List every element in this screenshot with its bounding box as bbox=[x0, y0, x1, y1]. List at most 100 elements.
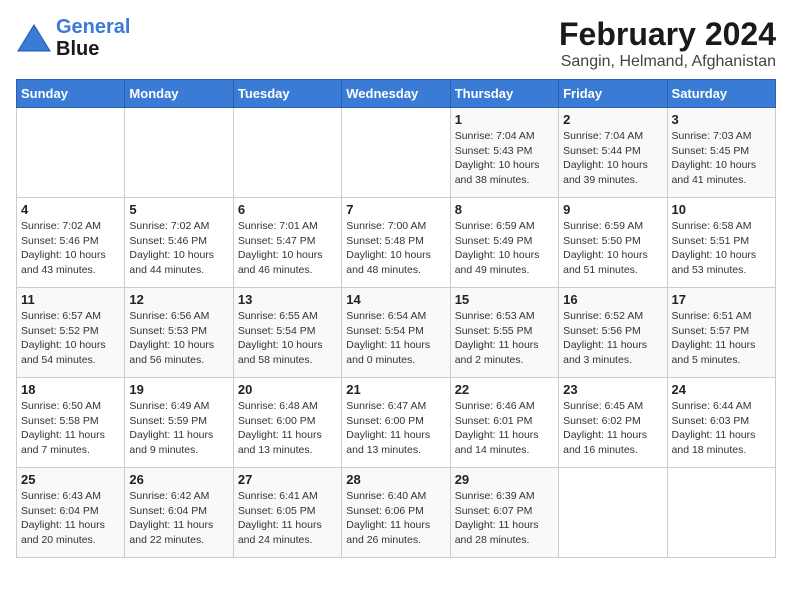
day-number: 6 bbox=[238, 202, 337, 217]
calendar-cell: 11 Sunrise: 6:57 AM Sunset: 5:52 PM Dayli… bbox=[17, 288, 125, 378]
day-number: 11 bbox=[21, 292, 120, 307]
calendar-cell: 15 Sunrise: 6:53 AM Sunset: 5:55 PM Dayli… bbox=[450, 288, 558, 378]
day-number: 15 bbox=[455, 292, 554, 307]
day-info: Sunrise: 7:02 AM Sunset: 5:46 PM Dayligh… bbox=[21, 219, 120, 278]
day-number: 5 bbox=[129, 202, 228, 217]
day-info: Sunrise: 6:57 AM Sunset: 5:52 PM Dayligh… bbox=[21, 309, 120, 368]
day-info: Sunrise: 6:53 AM Sunset: 5:55 PM Dayligh… bbox=[455, 309, 554, 368]
day-info: Sunrise: 6:42 AM Sunset: 6:04 PM Dayligh… bbox=[129, 489, 228, 548]
day-number: 17 bbox=[672, 292, 771, 307]
day-info: Sunrise: 6:58 AM Sunset: 5:51 PM Dayligh… bbox=[672, 219, 771, 278]
logo-icon bbox=[16, 23, 52, 53]
day-number: 19 bbox=[129, 382, 228, 397]
calendar-cell: 17 Sunrise: 6:51 AM Sunset: 5:57 PM Dayli… bbox=[667, 288, 775, 378]
calendar-cell: 10 Sunrise: 6:58 AM Sunset: 5:51 PM Dayli… bbox=[667, 198, 775, 288]
day-info: Sunrise: 6:55 AM Sunset: 5:54 PM Dayligh… bbox=[238, 309, 337, 368]
day-info: Sunrise: 7:03 AM Sunset: 5:45 PM Dayligh… bbox=[672, 129, 771, 188]
calendar-cell bbox=[559, 468, 667, 558]
day-number: 4 bbox=[21, 202, 120, 217]
calendar-cell: 5Sunrise: 7:02 AM Sunset: 5:46 PM Daylig… bbox=[125, 198, 233, 288]
day-number: 16 bbox=[563, 292, 662, 307]
day-number: 1 bbox=[455, 112, 554, 127]
day-info: Sunrise: 6:50 AM Sunset: 5:58 PM Dayligh… bbox=[21, 399, 120, 458]
page-title: February 2024 bbox=[559, 16, 776, 53]
calendar-cell: 14 Sunrise: 6:54 AM Sunset: 5:54 PM Dayli… bbox=[342, 288, 450, 378]
day-number: 12 bbox=[129, 292, 228, 307]
day-number: 18 bbox=[21, 382, 120, 397]
day-info: Sunrise: 6:39 AM Sunset: 6:07 PM Dayligh… bbox=[455, 489, 554, 548]
calendar-table: SundayMondayTuesdayWednesdayThursdayFrid… bbox=[16, 79, 776, 558]
day-info: Sunrise: 6:54 AM Sunset: 5:54 PM Dayligh… bbox=[346, 309, 445, 368]
day-info: Sunrise: 7:04 AM Sunset: 5:44 PM Dayligh… bbox=[563, 129, 662, 188]
calendar-cell: 3 Sunrise: 7:03 AM Sunset: 5:45 PM Daylig… bbox=[667, 108, 775, 198]
day-info: Sunrise: 6:46 AM Sunset: 6:01 PM Dayligh… bbox=[455, 399, 554, 458]
day-info: Sunrise: 7:04 AM Sunset: 5:43 PM Dayligh… bbox=[455, 129, 554, 188]
day-number: 7 bbox=[346, 202, 445, 217]
calendar-cell: 26 Sunrise: 6:42 AM Sunset: 6:04 PM Dayli… bbox=[125, 468, 233, 558]
calendar-cell: 7 Sunrise: 7:00 AM Sunset: 5:48 PM Daylig… bbox=[342, 198, 450, 288]
calendar-cell: 29 Sunrise: 6:39 AM Sunset: 6:07 PM Dayli… bbox=[450, 468, 558, 558]
calendar-cell: 23Sunrise: 6:45 AM Sunset: 6:02 PM Dayli… bbox=[559, 378, 667, 468]
day-header-saturday: Saturday bbox=[667, 80, 775, 108]
calendar-cell: 27 Sunrise: 6:41 AM Sunset: 6:05 PM Dayli… bbox=[233, 468, 341, 558]
day-number: 10 bbox=[672, 202, 771, 217]
calendar-header-row: SundayMondayTuesdayWednesdayThursdayFrid… bbox=[17, 80, 776, 108]
day-number: 26 bbox=[129, 472, 228, 487]
day-number: 29 bbox=[455, 472, 554, 487]
day-number: 8 bbox=[455, 202, 554, 217]
calendar-week-3: 11 Sunrise: 6:57 AM Sunset: 5:52 PM Dayli… bbox=[17, 288, 776, 378]
day-number: 20 bbox=[238, 382, 337, 397]
calendar-cell: 16 Sunrise: 6:52 AM Sunset: 5:56 PM Dayli… bbox=[559, 288, 667, 378]
calendar-cell: 2 Sunrise: 7:04 AM Sunset: 5:44 PM Daylig… bbox=[559, 108, 667, 198]
day-number: 21 bbox=[346, 382, 445, 397]
day-number: 27 bbox=[238, 472, 337, 487]
day-info: Sunrise: 7:00 AM Sunset: 5:48 PM Dayligh… bbox=[346, 219, 445, 278]
calendar-cell: 8 Sunrise: 6:59 AM Sunset: 5:49 PM Daylig… bbox=[450, 198, 558, 288]
day-info: Sunrise: 6:52 AM Sunset: 5:56 PM Dayligh… bbox=[563, 309, 662, 368]
day-header-tuesday: Tuesday bbox=[233, 80, 341, 108]
calendar-cell bbox=[233, 108, 341, 198]
logo: General Blue bbox=[16, 16, 130, 60]
day-number: 14 bbox=[346, 292, 445, 307]
day-info: Sunrise: 6:41 AM Sunset: 6:05 PM Dayligh… bbox=[238, 489, 337, 548]
day-number: 9 bbox=[563, 202, 662, 217]
title-block: February 2024 Sangin, Helmand, Afghanist… bbox=[559, 16, 776, 71]
day-info: Sunrise: 6:59 AM Sunset: 5:49 PM Dayligh… bbox=[455, 219, 554, 278]
day-header-friday: Friday bbox=[559, 80, 667, 108]
calendar-cell: 22Sunrise: 6:46 AM Sunset: 6:01 PM Dayli… bbox=[450, 378, 558, 468]
calendar-cell: 4 Sunrise: 7:02 AM Sunset: 5:46 PM Daylig… bbox=[17, 198, 125, 288]
calendar-cell: 13 Sunrise: 6:55 AM Sunset: 5:54 PM Dayli… bbox=[233, 288, 341, 378]
day-number: 23 bbox=[563, 382, 662, 397]
calendar-week-5: 25Sunrise: 6:43 AM Sunset: 6:04 PM Dayli… bbox=[17, 468, 776, 558]
calendar-cell: 24 Sunrise: 6:44 AM Sunset: 6:03 PM Dayli… bbox=[667, 378, 775, 468]
calendar-cell: 9Sunrise: 6:59 AM Sunset: 5:50 PM Daylig… bbox=[559, 198, 667, 288]
day-header-sunday: Sunday bbox=[17, 80, 125, 108]
day-number: 2 bbox=[563, 112, 662, 127]
day-number: 13 bbox=[238, 292, 337, 307]
day-info: Sunrise: 6:48 AM Sunset: 6:00 PM Dayligh… bbox=[238, 399, 337, 458]
calendar-cell bbox=[125, 108, 233, 198]
calendar-cell: 19Sunrise: 6:49 AM Sunset: 5:59 PM Dayli… bbox=[125, 378, 233, 468]
calendar-cell: 28Sunrise: 6:40 AM Sunset: 6:06 PM Dayli… bbox=[342, 468, 450, 558]
calendar-cell: 21Sunrise: 6:47 AM Sunset: 6:00 PM Dayli… bbox=[342, 378, 450, 468]
day-info: Sunrise: 6:56 AM Sunset: 5:53 PM Dayligh… bbox=[129, 309, 228, 368]
page-header: General Blue February 2024 Sangin, Helma… bbox=[16, 16, 776, 71]
day-number: 25 bbox=[21, 472, 120, 487]
calendar-week-2: 4 Sunrise: 7:02 AM Sunset: 5:46 PM Daylig… bbox=[17, 198, 776, 288]
day-info: Sunrise: 6:40 AM Sunset: 6:06 PM Dayligh… bbox=[346, 489, 445, 548]
day-header-thursday: Thursday bbox=[450, 80, 558, 108]
day-header-wednesday: Wednesday bbox=[342, 80, 450, 108]
logo-text: General Blue bbox=[56, 16, 130, 60]
day-number: 3 bbox=[672, 112, 771, 127]
day-number: 24 bbox=[672, 382, 771, 397]
calendar-cell: 25Sunrise: 6:43 AM Sunset: 6:04 PM Dayli… bbox=[17, 468, 125, 558]
day-info: Sunrise: 6:44 AM Sunset: 6:03 PM Dayligh… bbox=[672, 399, 771, 458]
calendar-cell: 20 Sunrise: 6:48 AM Sunset: 6:00 PM Dayli… bbox=[233, 378, 341, 468]
calendar-cell: 18 Sunrise: 6:50 AM Sunset: 5:58 PM Dayli… bbox=[17, 378, 125, 468]
calendar-week-1: 1 Sunrise: 7:04 AM Sunset: 5:43 PM Daylig… bbox=[17, 108, 776, 198]
calendar-cell bbox=[667, 468, 775, 558]
page-subtitle: Sangin, Helmand, Afghanistan bbox=[559, 53, 776, 71]
calendar-cell: 12 Sunrise: 6:56 AM Sunset: 5:53 PM Dayli… bbox=[125, 288, 233, 378]
day-info: Sunrise: 6:51 AM Sunset: 5:57 PM Dayligh… bbox=[672, 309, 771, 368]
calendar-cell: 6Sunrise: 7:01 AM Sunset: 5:47 PM Daylig… bbox=[233, 198, 341, 288]
